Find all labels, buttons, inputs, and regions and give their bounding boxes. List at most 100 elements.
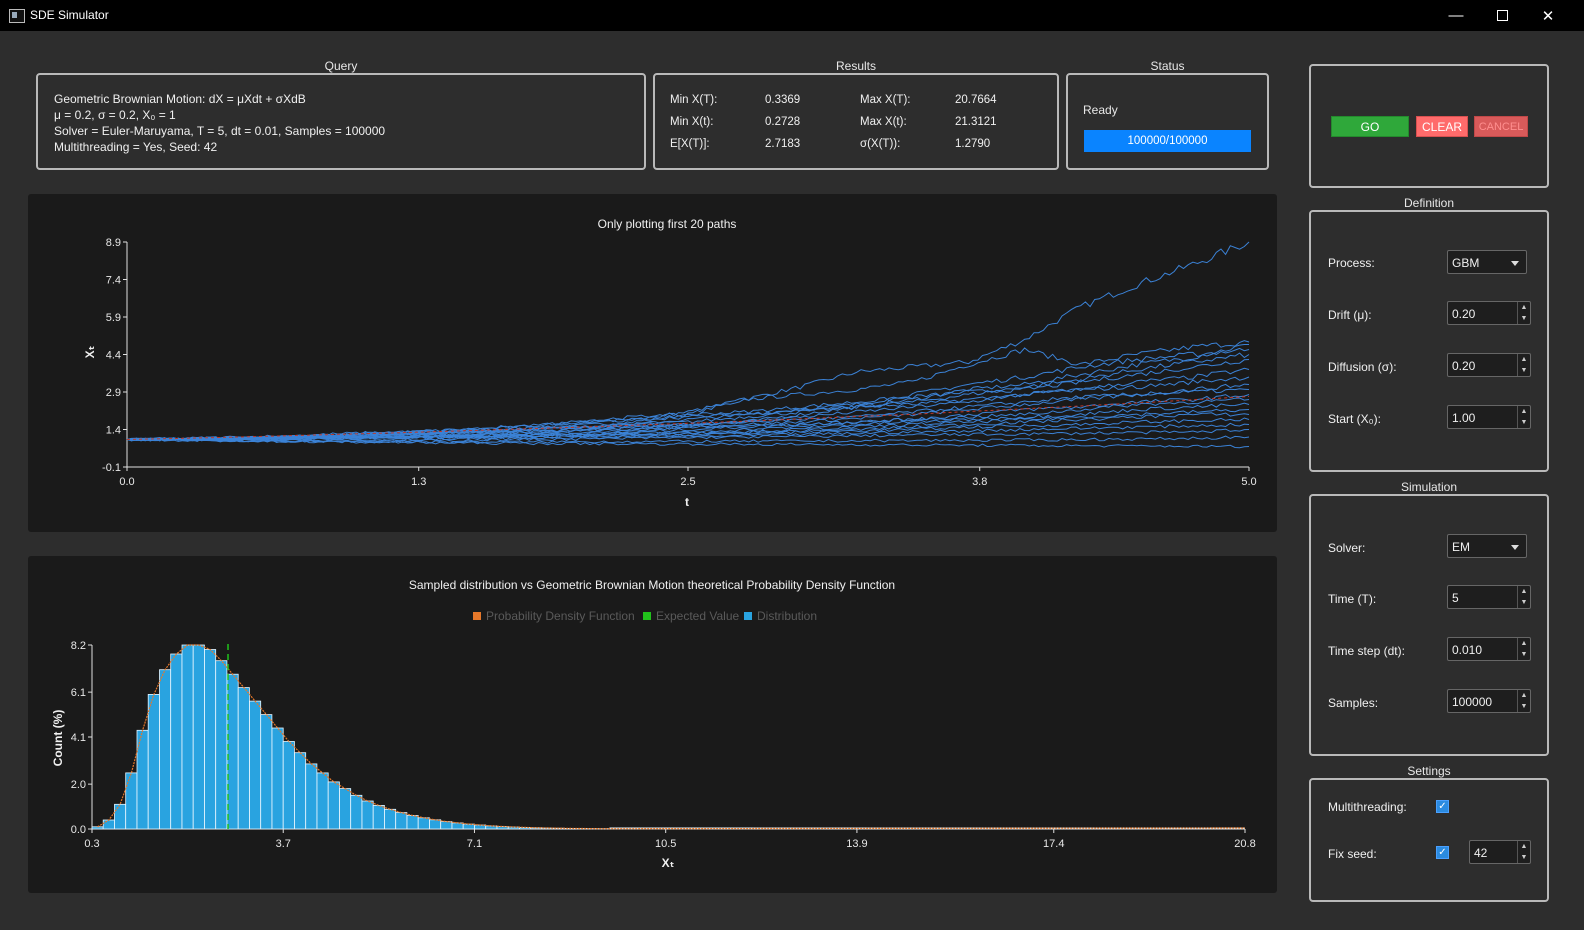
- maximize-button[interactable]: [1479, 0, 1525, 31]
- diffusion-spinbox[interactable]: 0.20 ▲ ▼: [1447, 353, 1531, 377]
- query-line: Geometric Brownian Motion: dX = μXdt + σ…: [54, 92, 306, 106]
- simulation-title: Simulation: [1400, 480, 1458, 494]
- histogram-bar: [237, 687, 250, 830]
- samples-value: 100000: [1452, 695, 1493, 709]
- spin-down-icon[interactable]: ▼: [1517, 597, 1530, 608]
- spin-down-icon[interactable]: ▼: [1517, 365, 1530, 376]
- title-bar: SDE Simulator — ✕: [0, 0, 1584, 31]
- result-value: 1.2790: [955, 138, 991, 150]
- paths-chart-title: Only plotting first 20 paths: [598, 217, 737, 231]
- y-tick-label: 5.9: [106, 312, 121, 324]
- y-tick-label: 6.1: [71, 687, 86, 699]
- spin-up-icon[interactable]: ▲: [1517, 690, 1530, 701]
- minimize-icon: —: [1448, 7, 1464, 24]
- start-value: 1.00: [1452, 411, 1476, 425]
- fix-seed-checkbox[interactable]: ✓: [1436, 846, 1449, 859]
- x-tick-label: 13.9: [846, 838, 867, 850]
- histogram-bar: [204, 649, 217, 830]
- query-line: Multithreading = Yes, Seed: 42: [54, 140, 218, 154]
- histogram-bar: [406, 815, 419, 830]
- spin-up-icon[interactable]: ▲: [1517, 841, 1530, 852]
- go-button[interactable]: GO: [1331, 116, 1409, 137]
- histogram-bar: [305, 763, 318, 830]
- x-tick-label: 17.4: [1043, 838, 1064, 850]
- histogram-bar: [249, 700, 262, 830]
- drift-spinbox[interactable]: 0.20 ▲ ▼: [1447, 301, 1531, 325]
- histogram-y-label: Count (%): [51, 710, 65, 767]
- result-label: Min X(T):: [670, 94, 718, 106]
- paths-chart: Only plotting first 20 paths -0.1 1.4 2.9 4…: [83, 217, 1257, 509]
- maximize-icon: [1496, 10, 1508, 21]
- y-tick-label: 2.0: [71, 779, 86, 791]
- multithreading-checkbox[interactable]: ✓: [1436, 800, 1449, 813]
- spin-down-icon[interactable]: ▼: [1517, 852, 1530, 863]
- result-label: Min X(t):: [670, 116, 714, 128]
- drift-label: Drift (μ):: [1328, 308, 1372, 322]
- legend-distribution-swatch: [744, 612, 752, 620]
- definition-title: Definition: [1403, 196, 1455, 210]
- actions-box: GO CLEAR CANCEL: [1309, 64, 1549, 188]
- y-tick-label: 4.4: [106, 350, 121, 362]
- x-tick-label: 10.5: [655, 838, 676, 850]
- query-box: Geometric Brownian Motion: dX = μXdt + σ…: [36, 73, 646, 170]
- samples-spinbox[interactable]: 100000 ▲ ▼: [1447, 689, 1531, 713]
- dt-label: Time step (dt):: [1328, 644, 1405, 658]
- y-tick-label: 8.9: [106, 237, 121, 249]
- spin-up-icon[interactable]: ▲: [1517, 406, 1530, 417]
- chevron-down-icon: [1511, 261, 1519, 266]
- dt-spinbox[interactable]: 0.010 ▲ ▼: [1447, 637, 1531, 661]
- spin-down-icon[interactable]: ▼: [1517, 313, 1530, 324]
- spin-down-icon[interactable]: ▼: [1517, 649, 1530, 660]
- legend-distribution-label[interactable]: Distribution: [757, 609, 817, 623]
- close-button[interactable]: ✕: [1525, 0, 1571, 31]
- result-value: 0.3369: [765, 94, 801, 106]
- paths-y-label: Xₜ: [83, 346, 97, 359]
- multithreading-label: Multithreading:: [1328, 800, 1407, 814]
- spin-up-icon[interactable]: ▲: [1517, 586, 1530, 597]
- y-tick-label: 4.1: [71, 732, 86, 744]
- histogram-bar: [384, 808, 397, 830]
- samples-label: Samples:: [1328, 696, 1379, 710]
- paths-chart-panel: Only plotting first 20 paths -0.1 1.4 2.9 4…: [28, 194, 1277, 532]
- definition-box: Process: GBM Drift (μ): 0.20 ▲ ▼ Diffusion…: [1309, 210, 1549, 472]
- y-tick-label: 0.0: [71, 824, 86, 836]
- legend-pdf-label[interactable]: Probability Density Function: [486, 609, 635, 623]
- status-title: Status: [1150, 59, 1185, 73]
- process-select[interactable]: GBM: [1447, 250, 1527, 274]
- legend-expected-label[interactable]: Expected Value: [656, 609, 739, 623]
- x-tick-label: 2.5: [680, 476, 695, 488]
- drift-value: 0.20: [1452, 307, 1476, 321]
- time-label: Time (T):: [1328, 592, 1377, 606]
- solver-label: Solver:: [1328, 541, 1366, 555]
- spin-down-icon[interactable]: ▼: [1517, 417, 1530, 428]
- result-value: 21.3121: [955, 116, 997, 128]
- histogram-legend: Probability Density Function Expected Va…: [473, 609, 817, 623]
- histogram-bar: [417, 817, 430, 830]
- close-icon: ✕: [1541, 7, 1555, 25]
- histogram-bar: [327, 781, 340, 830]
- histogram-bar: [271, 727, 284, 830]
- result-label: E[X(T)]:: [670, 138, 710, 150]
- minimize-button[interactable]: —: [1433, 0, 1479, 31]
- spin-up-icon[interactable]: ▲: [1517, 638, 1530, 649]
- result-label: Max X(t):: [860, 116, 907, 128]
- clear-button[interactable]: CLEAR: [1416, 116, 1468, 137]
- spin-up-icon[interactable]: ▲: [1517, 302, 1530, 313]
- start-spinbox[interactable]: 1.00 ▲ ▼: [1447, 405, 1531, 429]
- time-spinbox[interactable]: 5 ▲ ▼: [1447, 585, 1531, 609]
- histogram-chart-title: Sampled distribution vs Geometric Browni…: [409, 578, 895, 592]
- histogram-bar: [192, 644, 205, 830]
- solver-select[interactable]: EM: [1447, 534, 1527, 558]
- seed-spinbox[interactable]: 42 ▲ ▼: [1469, 840, 1531, 864]
- spin-down-icon[interactable]: ▼: [1517, 701, 1530, 712]
- histogram-bar: [181, 644, 194, 830]
- seed-value: 42: [1474, 846, 1488, 860]
- legend-pdf-swatch: [473, 612, 481, 620]
- spin-up-icon[interactable]: ▲: [1517, 354, 1530, 365]
- diffusion-value: 0.20: [1452, 359, 1476, 373]
- cancel-button[interactable]: CANCEL: [1474, 116, 1528, 137]
- x-tick-label: 0.3: [84, 838, 99, 850]
- process-label: Process:: [1328, 256, 1375, 270]
- diffusion-label: Diffusion (σ):: [1328, 360, 1397, 374]
- results-box: Min X(T): 0.3369 Max X(T): 20.7664 Min X…: [653, 73, 1059, 170]
